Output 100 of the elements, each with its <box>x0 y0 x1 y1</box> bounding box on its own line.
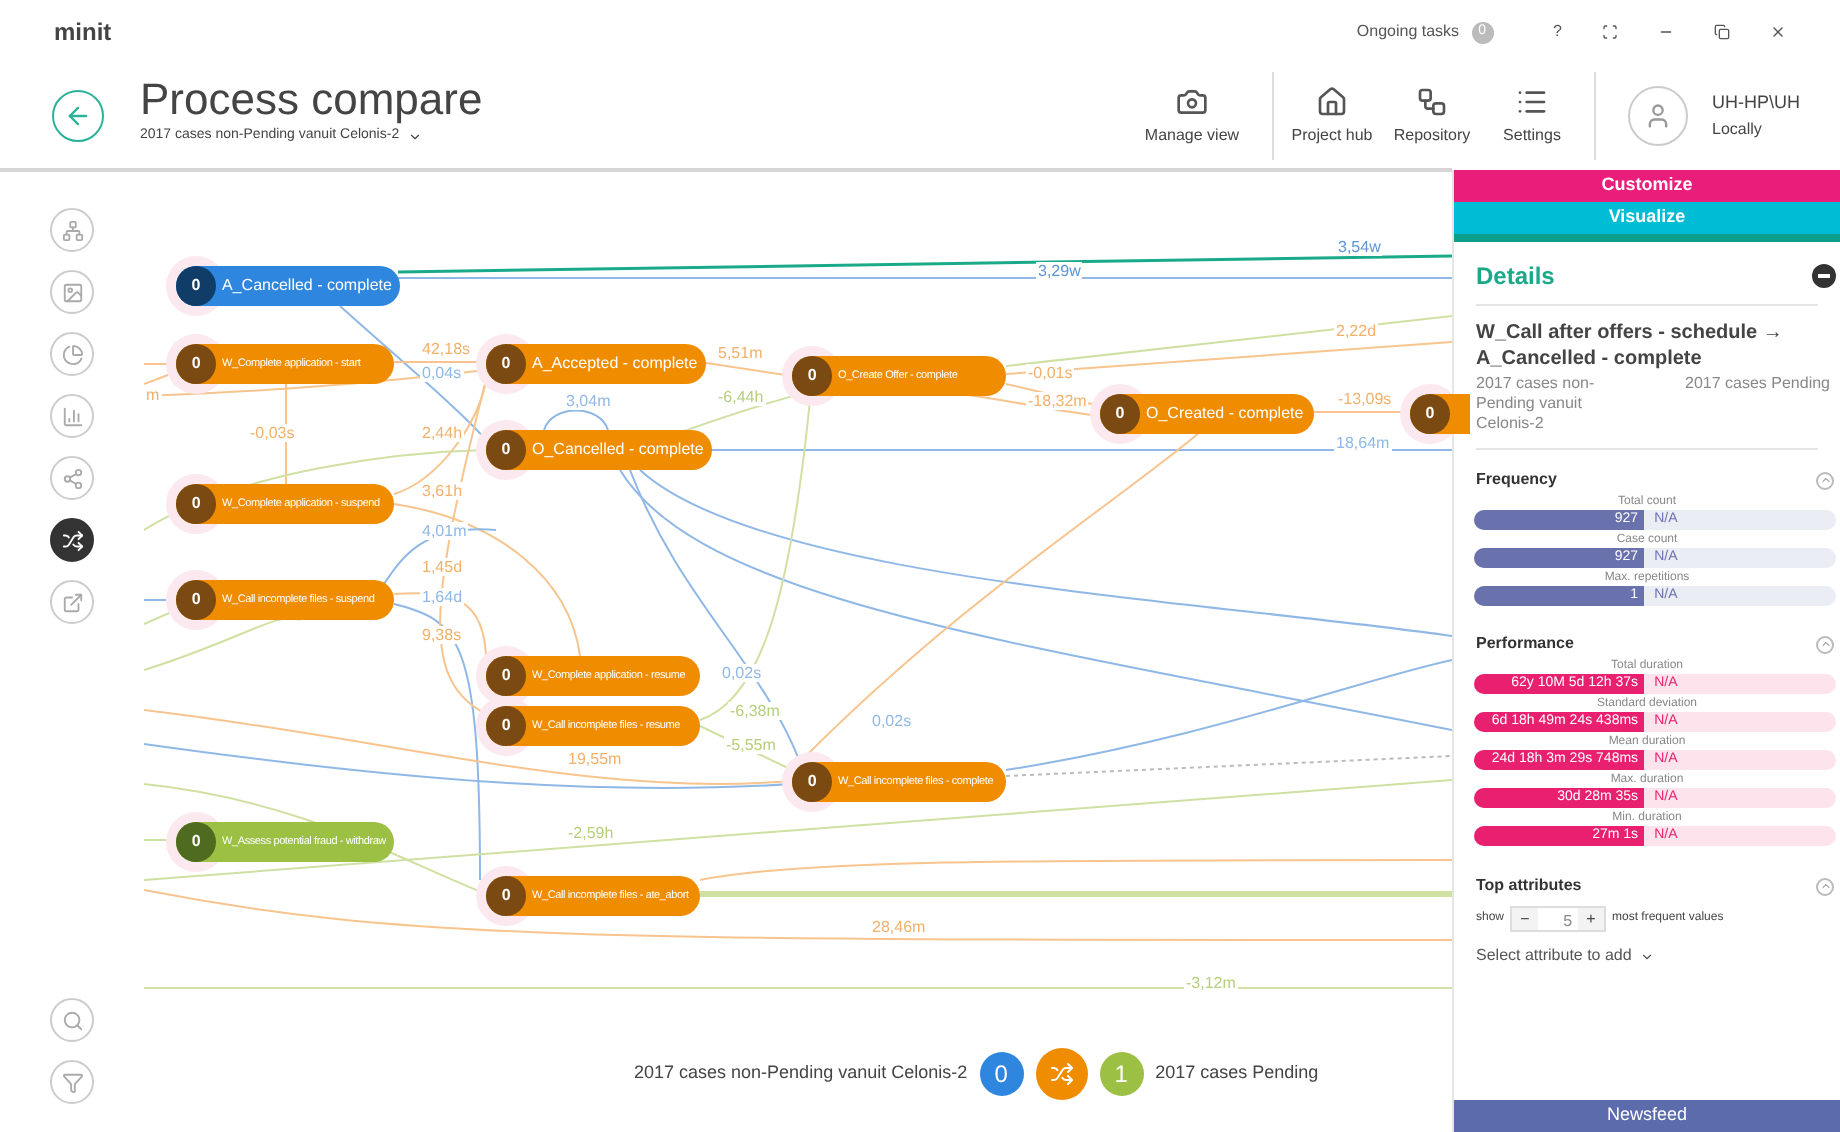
legend-label: 2017 cases non-Pending vanuit Celonis-2 <box>634 1060 968 1087</box>
right-count-badge: 1 <box>1099 1052 1144 1096</box>
edge-label: -13,09s <box>1336 390 1394 408</box>
caret-icon <box>1639 949 1654 963</box>
node-count: 0 <box>486 656 526 696</box>
edge-label: -2,59h <box>566 824 616 842</box>
edge-label: -3,12m <box>1184 974 1238 992</box>
app-logo: minit <box>54 16 112 50</box>
node-count: 0 <box>486 706 526 746</box>
edge-label: 1,64d <box>420 588 465 606</box>
process-node[interactable]: 0 <box>1410 394 1470 434</box>
section-title: Frequency <box>1476 468 1557 492</box>
edge-heading: W_Call after offers - schedule → A_Cancelled - complete <box>1476 320 1785 372</box>
node-count: 0 <box>176 580 216 620</box>
edge-label: 3,54w <box>1336 238 1383 256</box>
details-title: Details <box>1476 259 1555 293</box>
image-icon <box>61 281 83 303</box>
edge-label: -6,44h <box>716 388 766 406</box>
node-count: 0 <box>486 876 526 916</box>
caret-icon <box>407 129 422 143</box>
panel-tab-button[interactable]: Customize <box>1454 170 1840 202</box>
export-icon <box>61 591 83 613</box>
hierarchy-icon <box>61 219 83 241</box>
newsfeed-button[interactable]: Newsfeed <box>1454 1100 1840 1132</box>
share-icon <box>61 467 83 489</box>
user-name: UH-HP\UH <box>1712 90 1802 117</box>
tool-button[interactable] <box>50 518 94 562</box>
edge-label: 19,55m <box>566 750 624 768</box>
left-count-badge: 0 <box>979 1052 1024 1096</box>
chevron-up-icon <box>1819 474 1831 486</box>
close-icon[interactable] <box>1770 24 1786 40</box>
user-location: Locally <box>1712 117 1764 142</box>
help-button[interactable]: ? <box>1553 20 1562 44</box>
edge-label: 0,04s <box>420 364 464 382</box>
edge-label: 2,22d <box>1334 322 1379 340</box>
legend-label: 2017 cases Pending <box>1155 1060 1319 1087</box>
node-count: 0 <box>486 344 526 384</box>
edge-label: 0,02s <box>720 664 764 682</box>
edge-label: m <box>144 386 162 404</box>
shuffle-icon <box>61 529 83 551</box>
swap-button[interactable] <box>1035 1048 1088 1100</box>
filter-icon <box>61 1071 83 1093</box>
hierarchy-icon <box>1416 85 1448 117</box>
edge-label: -0,01s <box>1026 364 1075 382</box>
section-title: Top attributes <box>1476 874 1582 898</box>
process-node[interactable]: 0 O_Created - complete <box>1100 394 1314 434</box>
fullscreen-icon[interactable] <box>1602 24 1618 40</box>
toolbar-button[interactable]: Project hub <box>1282 85 1382 147</box>
collapse-button[interactable] <box>1816 635 1834 653</box>
node-count: 0 <box>792 762 832 802</box>
ongoing-tasks-label: Ongoing tasks <box>1356 20 1460 44</box>
caption-left: 2017 cases non-Pending vanuit Celonis-2 <box>1476 374 1597 434</box>
edge-label: 2,44h <box>420 424 465 442</box>
toolbar-button[interactable]: Repository <box>1382 85 1482 147</box>
edge-label: -6,38m <box>728 702 782 720</box>
bar-chart-icon <box>61 405 83 427</box>
chevron-up-icon <box>1819 638 1831 650</box>
process-node[interactable]: 0 A_Cancelled - complete <box>176 266 400 306</box>
edge-label: 0,02s <box>870 712 914 730</box>
shuffle-icon <box>1049 1062 1074 1086</box>
edge-label: 18,64m <box>1334 434 1392 452</box>
node-count: 0 <box>176 266 216 306</box>
edge-label: -5,55m <box>724 736 778 754</box>
process-node[interactable]: 0 A_Accepted - complete <box>486 344 706 384</box>
node-count: 0 <box>792 356 832 396</box>
node-count: 0 <box>1100 394 1140 434</box>
node-count: 0 <box>176 344 216 384</box>
collapse-button[interactable] <box>1816 471 1834 489</box>
node-count: 0 <box>176 484 216 524</box>
edge-label: 3,61h <box>420 482 465 500</box>
edge-label: 28,46m <box>870 918 928 936</box>
attribute-dropdown[interactable]: Select attribute to add <box>1476 944 1654 968</box>
edge-label: 9,38s <box>420 626 464 644</box>
avatar-icon[interactable] <box>1628 86 1688 146</box>
section-title: Performance <box>1476 632 1574 656</box>
restore-icon[interactable] <box>1714 24 1730 40</box>
back-button[interactable] <box>52 90 104 142</box>
edge-label: 5,51m <box>716 344 765 362</box>
edge-label: -18,32m <box>1026 392 1089 410</box>
edge-label: 3,29w <box>1036 262 1083 280</box>
list-icon <box>1516 85 1548 117</box>
node-count: 0 <box>486 430 526 470</box>
process-node[interactable]: 0 O_Cancelled - complete <box>486 430 712 470</box>
search-icon <box>61 1009 83 1031</box>
edge-label: -0,03s <box>248 424 297 442</box>
edge-label: 3,04m <box>564 392 613 410</box>
collapse-button[interactable] <box>1816 877 1834 895</box>
edge-label: 42,18s <box>420 340 473 358</box>
chevron-up-icon <box>1819 880 1831 892</box>
camera-icon <box>1176 85 1208 117</box>
node-count: 0 <box>176 822 216 862</box>
caption-right: 2017 cases Pending <box>1685 374 1830 396</box>
pie-chart-icon <box>61 343 83 365</box>
edge-label: 4,01m <box>420 522 469 540</box>
home-icon <box>1316 85 1348 117</box>
toolbar-button[interactable]: Manage view <box>1132 85 1252 147</box>
toolbar-button[interactable]: Settings <box>1482 85 1582 147</box>
page-title: Process compare <box>140 73 483 126</box>
edge-label: 1,45d <box>420 558 465 576</box>
node-count: 0 <box>1410 394 1450 434</box>
